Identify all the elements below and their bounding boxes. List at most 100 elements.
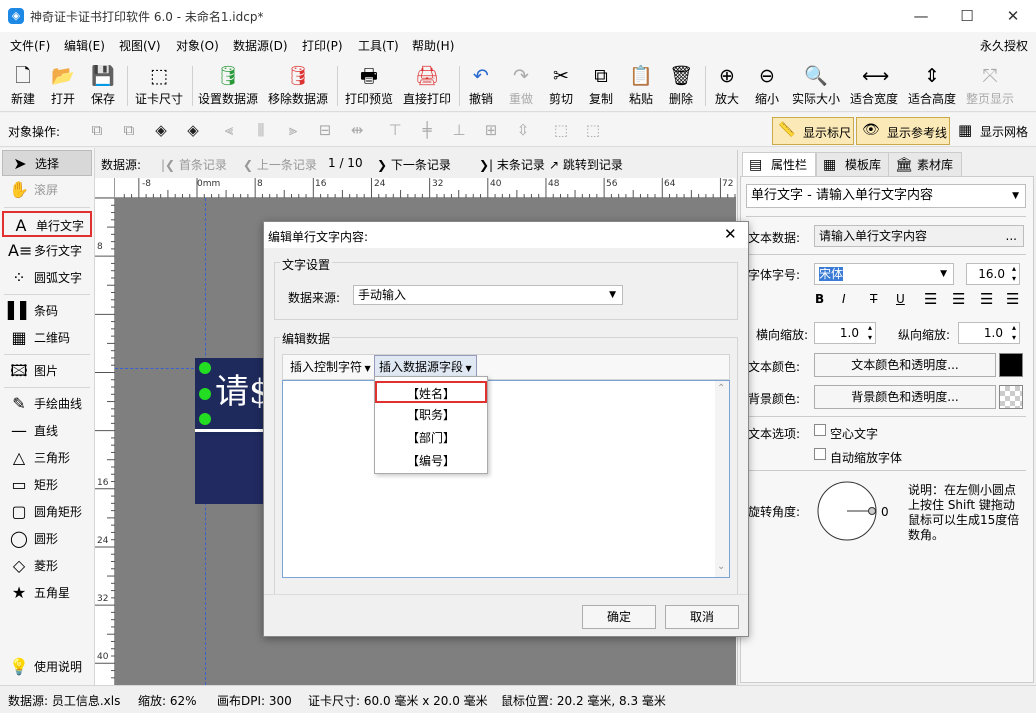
menu-print[interactable]: 打印(P) (302, 37, 343, 54)
align-bottom-icon[interactable]: ⊥ (448, 120, 470, 140)
bold-button[interactable]: B (815, 292, 824, 306)
print-preview-button[interactable]: 🖶 打印预览 (342, 60, 396, 110)
tool-triangle[interactable]: △ 三角形 (2, 445, 92, 471)
show-ruler-toggle[interactable]: 📏 显示标尺 (772, 117, 854, 145)
menu-item-name[interactable]: 【姓名】 (375, 381, 487, 403)
object-select[interactable]: 单行文字 - 请输入单行文字内容 ▼ (746, 184, 1026, 208)
actual-size-button[interactable]: 🔍 实际大小 (789, 60, 843, 110)
font-size-spinner[interactable]: 16.0 ▴ ▾ (966, 263, 1020, 285)
align-center-icon[interactable]: ⫼ (250, 120, 272, 140)
align-right-icon[interactable]: ⫸ (282, 120, 304, 140)
tab-properties[interactable]: ▤ 属性栏 (742, 152, 817, 176)
cut-button[interactable]: ✂ 剪切 (542, 60, 580, 110)
copy-button[interactable]: ⧉ 复制 (582, 60, 620, 110)
menu-help[interactable]: 帮助(H) (412, 37, 454, 54)
redo-button[interactable]: ↷ 重做 (502, 60, 540, 110)
fit-width-button[interactable]: ⟷ 适合宽度 (847, 60, 901, 110)
tool-freehand[interactable]: ✎ 手绘曲线 (2, 391, 92, 417)
underline-button[interactable]: U (896, 292, 905, 306)
menu-file[interactable]: 文件(F) (10, 37, 50, 54)
italic-button[interactable]: I (842, 292, 846, 306)
tool-select[interactable]: ➤ 选择 (2, 150, 92, 176)
menu-datasource[interactable]: 数据源(D) (233, 37, 288, 54)
bg-color-swatch[interactable] (999, 385, 1023, 409)
send-backward-icon[interactable]: ⧉ (118, 120, 140, 140)
align-middle-icon[interactable]: ╪ (416, 120, 438, 140)
delete-button[interactable]: 🗑 删除 (662, 60, 700, 110)
last-record-button[interactable]: ❯| 末条记录 (479, 156, 545, 173)
text-data-field[interactable]: 请输入单行文字内容... (814, 225, 1024, 247)
bring-front-icon[interactable]: ◈ (150, 120, 172, 140)
zoom-in-button[interactable]: ⊕ 放大 (708, 60, 746, 110)
tool-diamond[interactable]: ◇ 菱形 (2, 553, 92, 579)
next-record-button[interactable]: ❯ 下一条记录 (377, 156, 451, 173)
menu-item-department[interactable]: 【部门】 (375, 427, 487, 449)
tab-templates[interactable]: ▦ 模板库 (816, 152, 891, 176)
cancel-button[interactable]: 取消 (665, 605, 739, 629)
first-record-button[interactable]: |❮ 首条记录 (161, 156, 227, 173)
tool-rectangle[interactable]: ▭ 矩形 (2, 472, 92, 498)
scroll-down-icon[interactable]: ⌄ (717, 561, 725, 572)
fit-height-button[interactable]: ⇕ 适合高度 (905, 60, 959, 110)
tool-rounded-rect[interactable]: ▢ 圆角矩形 (2, 499, 92, 525)
show-grid-toggle[interactable]: ▦ 显示网格 (954, 117, 1034, 145)
print-button[interactable]: 🖨 直接打印 (400, 60, 454, 110)
align-center-icon[interactable]: ☰ (952, 290, 965, 308)
menu-object[interactable]: 对象(O) (176, 37, 219, 54)
set-datasource-button[interactable]: 🛢 设置数据源 (196, 60, 260, 110)
card-canvas[interactable]: 请$ (195, 358, 271, 504)
distribute-v-icon[interactable]: ⊞ (480, 120, 502, 140)
paste-button[interactable]: 📋 粘贴 (622, 60, 660, 110)
remove-datasource-button[interactable]: 🛢 移除数据源 (265, 60, 331, 110)
menu-item-number[interactable]: 【编号】 (375, 450, 487, 472)
close-icon[interactable]: ✕ (990, 0, 1036, 32)
hollow-checkbox[interactable] (814, 424, 826, 436)
text-edit-area[interactable]: ⌃ ⌄ (282, 380, 730, 578)
fit-page-button[interactable]: ⤧ 整页显示 (963, 60, 1017, 110)
autoshrink-checkbox[interactable] (814, 448, 826, 460)
source-select[interactable]: 手动输入 ▼ (353, 285, 623, 305)
ok-button[interactable]: 确定 (582, 605, 656, 629)
close-icon[interactable]: ✕ (724, 225, 737, 243)
insert-control-char-button[interactable]: 插入控制字符 ▼ (286, 358, 375, 378)
same-height-icon[interactable]: ⇳ (512, 120, 534, 140)
vscale-spinner[interactable]: 1.0 ▴ ▾ (958, 322, 1020, 344)
more-button[interactable]: ... (1006, 226, 1017, 246)
tab-materials[interactable]: 🏛 素材库 (888, 152, 963, 176)
minimize-icon[interactable]: — (898, 0, 944, 32)
jump-record-button[interactable]: ↗ 跳转到记录 (549, 156, 623, 173)
menu-tools[interactable]: 工具(T) (358, 37, 399, 54)
show-guides-toggle[interactable]: 👁 显示参考线 (856, 117, 950, 145)
align-left-icon[interactable]: ⫷ (218, 120, 240, 140)
tool-barcode[interactable]: ▌▌ 条码 (2, 298, 92, 324)
scroll-up-icon[interactable]: ⌃ (717, 383, 725, 394)
help-button[interactable]: 💡 使用说明 (2, 654, 92, 680)
font-select[interactable]: 宋体 ▼ (814, 263, 954, 285)
bring-forward-icon[interactable]: ⧉ (86, 120, 108, 140)
tool-star[interactable]: ★ 五角星 (2, 580, 92, 606)
align-left-icon[interactable]: ☰ (924, 290, 937, 308)
tool-qrcode[interactable]: ▦ 二维码 (2, 325, 92, 351)
align-right-icon[interactable]: ☰ (980, 290, 993, 308)
tool-scroll[interactable]: ✋ 滚屏 (2, 177, 92, 203)
undo-button[interactable]: ↶ 撤销 (462, 60, 500, 110)
rotation-handle[interactable] (199, 413, 211, 425)
distribute-h-icon[interactable]: ⊟ (314, 120, 336, 140)
send-back-icon[interactable]: ◈ (182, 120, 204, 140)
ungroup-icon[interactable]: ⬚ (582, 120, 604, 140)
bg-color-button[interactable]: 背景颜色和透明度... (814, 385, 996, 409)
text-color-swatch[interactable] (999, 353, 1023, 377)
open-button[interactable]: 📂 打开 (44, 60, 82, 110)
tool-multi-text[interactable]: A≡ 多行文字 (2, 238, 92, 264)
menu-item-position[interactable]: 【职务】 (375, 404, 487, 426)
menu-edit[interactable]: 编辑(E) (64, 37, 105, 54)
text-color-button[interactable]: 文本颜色和透明度... (814, 353, 996, 377)
menu-view[interactable]: 视图(V) (119, 37, 161, 54)
same-width-icon[interactable]: ⇹ (346, 120, 368, 140)
tool-arc-text[interactable]: ⁘ 圆弧文字 (2, 265, 92, 291)
hscale-spinner[interactable]: 1.0 ▴ ▾ (814, 322, 876, 344)
zoom-out-button[interactable]: ⊖ 缩小 (748, 60, 786, 110)
group-icon[interactable]: ⬚ (550, 120, 572, 140)
maximize-icon[interactable]: ☐ (944, 0, 990, 32)
selection-handle[interactable] (199, 362, 211, 374)
